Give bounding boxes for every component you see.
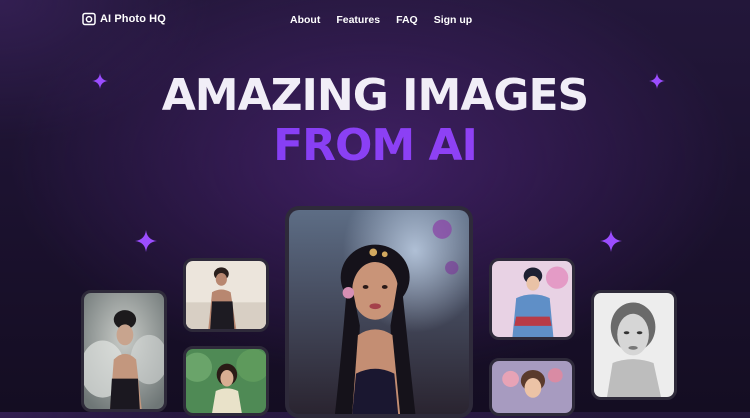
gallery-card-sketch-portrait[interactable] — [591, 290, 677, 400]
portrait-image — [84, 293, 164, 409]
camera-icon — [82, 12, 96, 26]
portrait-image — [186, 349, 266, 413]
portrait-image — [492, 261, 572, 337]
sparkle-icon — [600, 230, 622, 252]
portrait-image — [289, 210, 469, 414]
nav-link-features[interactable]: Features — [336, 14, 380, 26]
gallery-card-featured-portrait[interactable] — [285, 206, 473, 418]
hero-title-line2: FROM AI — [0, 122, 750, 170]
brand-name: AI Photo HQ — [100, 13, 166, 25]
gallery-card-comic-portrait[interactable] — [489, 258, 575, 340]
nav-menu: About Features FAQ Sign up — [290, 14, 472, 26]
sparkle-icon — [649, 73, 665, 89]
hero-title-line1: AMAZING IMAGES — [161, 70, 590, 121]
sparkle-icon — [135, 230, 157, 252]
gallery-card-yoga-portrait[interactable] — [183, 258, 269, 332]
sparkle-icon — [92, 73, 108, 89]
top-nav: AI Photo HQ About Features FAQ Sign up — [0, 0, 750, 40]
nav-link-about[interactable]: About — [290, 14, 320, 26]
portrait-image — [492, 361, 572, 413]
gallery-card-floral-portrait[interactable] — [489, 358, 575, 416]
nav-link-faq[interactable]: FAQ — [396, 14, 418, 26]
gallery-card-smoke-portrait[interactable] — [81, 290, 167, 412]
portrait-image — [594, 293, 674, 397]
nav-link-signup[interactable]: Sign up — [434, 14, 473, 26]
portrait-image — [186, 261, 266, 329]
gallery-card-forest-portrait[interactable] — [183, 346, 269, 416]
brand-logo[interactable]: AI Photo HQ — [82, 12, 166, 26]
